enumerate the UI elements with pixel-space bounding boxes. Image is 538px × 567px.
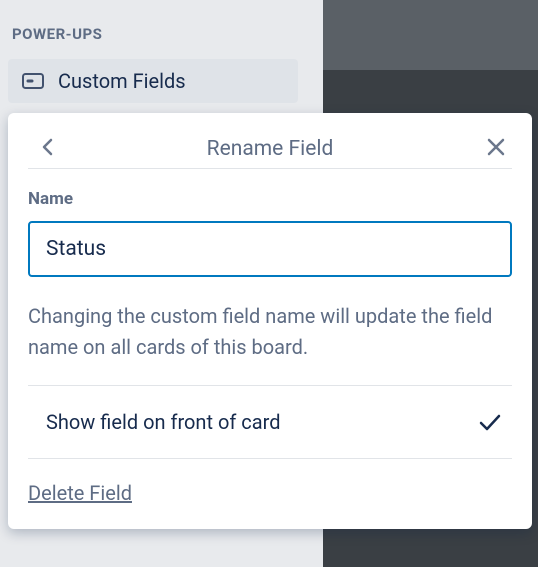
toggle-label: Show field on front of card	[46, 410, 281, 434]
panel-header: Rename Field	[28, 129, 512, 169]
help-text: Changing the custom field name will upda…	[28, 301, 512, 386]
back-button[interactable]	[32, 131, 64, 163]
powerups-section-title: POWER-UPS	[0, 0, 538, 53]
custom-fields-icon	[22, 73, 44, 89]
chevron-left-icon	[40, 135, 56, 159]
close-button[interactable]	[480, 131, 512, 163]
name-input[interactable]	[28, 221, 512, 277]
panel-title: Rename Field	[207, 137, 334, 161]
name-field-label: Name	[28, 189, 512, 209]
custom-fields-label: Custom Fields	[58, 69, 186, 93]
show-on-front-toggle[interactable]: Show field on front of card	[28, 386, 512, 459]
rename-field-panel: Rename Field Name Changing the custom fi…	[8, 113, 532, 529]
check-icon	[478, 412, 502, 432]
custom-fields-powerup[interactable]: Custom Fields	[8, 59, 298, 103]
close-icon	[486, 137, 506, 157]
delete-field-link[interactable]: Delete Field	[28, 481, 132, 505]
